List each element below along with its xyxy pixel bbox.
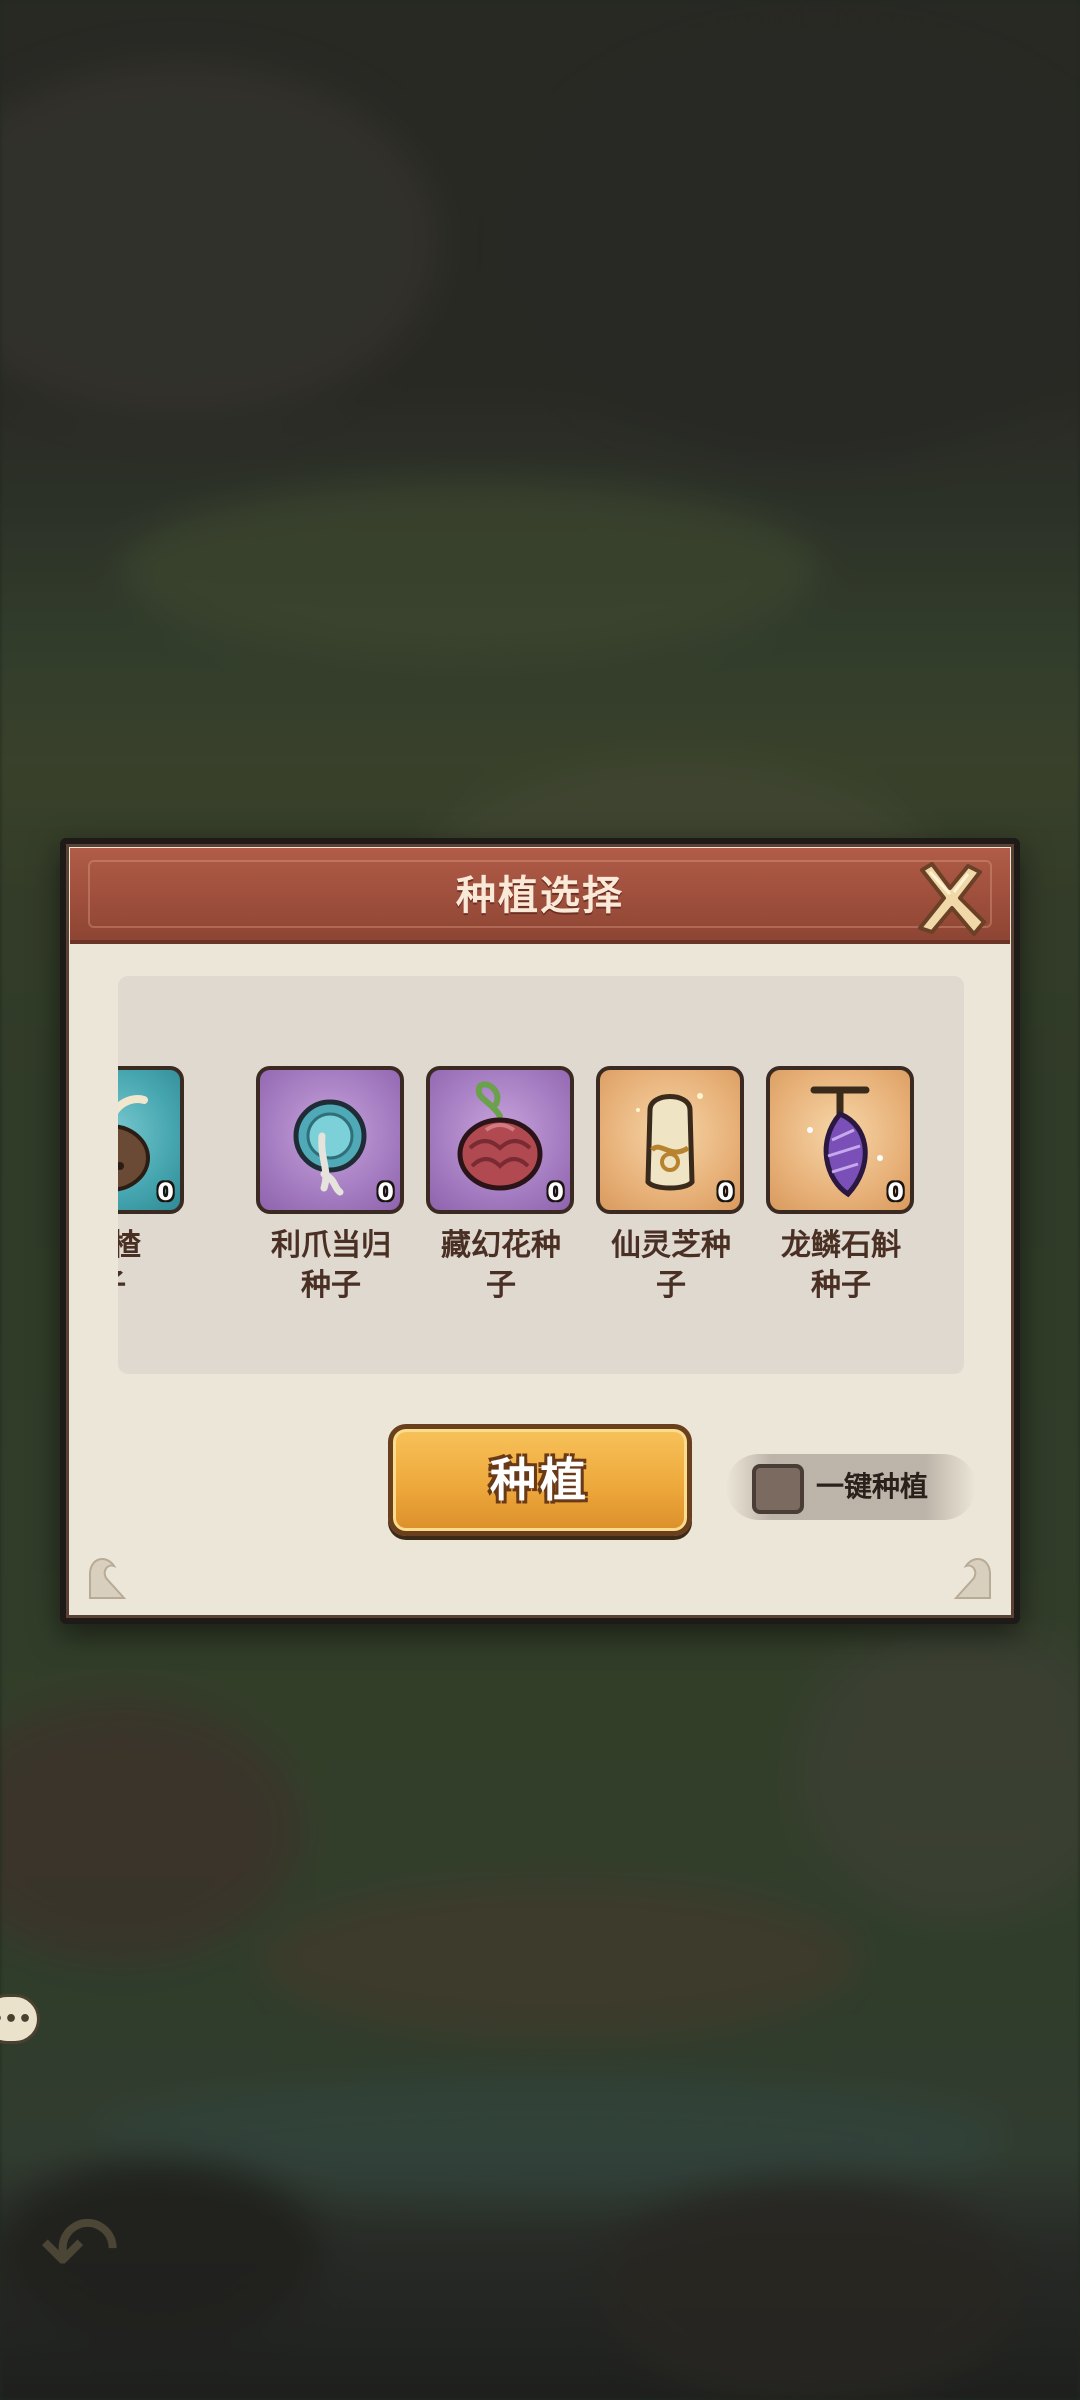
seed-item[interactable]: 0 龙鳞石斛 种子 (766, 1066, 916, 1306)
dialog-title: 种植选择 (456, 873, 624, 919)
plant-button-label: 种植 (490, 1453, 590, 1507)
seed-name: 利爪当归 种子 (271, 1228, 391, 1303)
seed-name: 山楂 子 (118, 1228, 141, 1303)
planting-selection-dialog: 种植选择 0 山楂 子 (60, 838, 1020, 1624)
seed-list-panel[interactable]: 0 山楂 子 0 利爪当归 种子 (118, 976, 964, 1374)
plant-button[interactable]: 种植 (388, 1424, 692, 1536)
one-key-plant-checkbox[interactable] (752, 1464, 804, 1514)
seed-count: 0 (887, 1178, 904, 1206)
seed-count: 0 (157, 1178, 174, 1206)
dialog-header: 种植选择 (70, 848, 1010, 944)
seed-count: 0 (717, 1178, 734, 1206)
seed-tile[interactable]: 0 (426, 1066, 574, 1214)
seed-name: 仙灵芝种 子 (611, 1228, 731, 1303)
close-button[interactable] (908, 858, 992, 942)
one-key-plant-toggle[interactable]: 一键种植 (726, 1454, 976, 1520)
seed-count: 0 (377, 1178, 394, 1206)
corner-ornament-icon (84, 1544, 154, 1604)
seed-tile[interactable]: 0 (596, 1066, 744, 1214)
corner-ornament-icon (926, 1544, 996, 1604)
seed-name: 藏幻花种 子 (441, 1228, 561, 1303)
seed-item[interactable]: 0 藏幻花种 子 (426, 1066, 576, 1306)
seed-item[interactable]: 0 利爪当归 种子 (256, 1066, 406, 1306)
back-arrow-icon[interactable]: ↶ (40, 2202, 150, 2298)
seed-tile[interactable]: 0 (118, 1066, 184, 1214)
seed-item[interactable]: 0 山楂 子 (118, 1066, 186, 1306)
seed-item[interactable]: 0 仙灵芝种 子 (596, 1066, 746, 1306)
close-icon (918, 862, 986, 936)
seed-tile[interactable]: 0 (256, 1066, 404, 1214)
seed-count: 0 (547, 1178, 564, 1206)
seed-tile[interactable]: 0 (766, 1066, 914, 1214)
one-key-plant-label: 一键种植 (816, 1470, 929, 1503)
seed-name: 龙鳞石斛 种子 (781, 1228, 901, 1303)
